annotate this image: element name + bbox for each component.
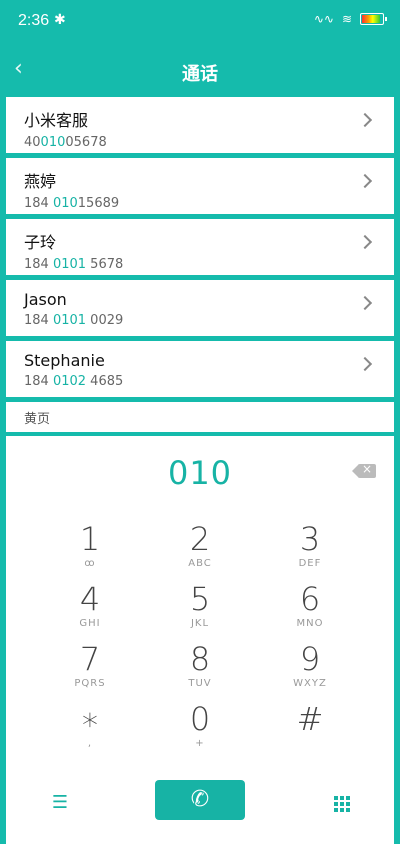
contact-name: Stephanie: [24, 351, 105, 370]
battery-icon: [360, 13, 387, 25]
voicemail-icon: ꝏ: [84, 558, 96, 569]
key-4[interactable]: 4 GHI: [35, 582, 145, 638]
key-9[interactable]: 9 WXYZ: [255, 642, 365, 698]
status-bar: 2:36 ✱ ∿∿ ≋: [0, 0, 400, 44]
contact-number: 184 0101 0029: [24, 313, 124, 328]
key-0[interactable]: 0 +: [145, 702, 255, 758]
contact-name: 子玲: [24, 233, 57, 252]
contact-list: 小米客服 4001005678 燕婷 184 01015689 子玲 184 0…: [6, 97, 394, 432]
dialpad: 010 × 1ꝏ 2 ABC 3 DEF 4 GHI 5 JKL 6 MNO 7 PQRS …: [6, 436, 394, 844]
contact-item[interactable]: Jason 184 0101 0029: [6, 280, 394, 336]
key-6[interactable]: 6 MNO: [255, 582, 365, 638]
key-8[interactable]: 8 TUV: [145, 642, 255, 698]
contact-number: 184 0102 4685: [24, 374, 124, 389]
key-2[interactable]: 2 ABC: [145, 522, 255, 578]
status-icons: ∿∿ ≋: [313, 12, 387, 26]
phone-call-icon: ✆: [190, 787, 210, 812]
key-3[interactable]: 3 DEF: [255, 522, 365, 578]
backspace-icon[interactable]: ×: [352, 462, 376, 478]
key-hash[interactable]: #: [255, 702, 365, 758]
key-1[interactable]: 1ꝏ: [35, 522, 145, 578]
wifi-icon: ≋: [341, 12, 352, 26]
app-header: ‹ 通话: [0, 44, 400, 96]
key-7[interactable]: 7 PQRS: [35, 642, 145, 698]
call-button[interactable]: ✆: [155, 780, 245, 820]
contact-name: 燕婷: [24, 172, 57, 191]
dial-input[interactable]: 010: [6, 454, 394, 492]
contact-number: 184 01015689: [24, 196, 120, 211]
bluetooth-icon: ✱: [54, 11, 66, 27]
contact-number: 4001005678: [24, 135, 107, 150]
page-title: 通话: [182, 64, 218, 85]
contact-number: 184 0101 5678: [24, 257, 124, 272]
status-time: 2:36: [18, 12, 50, 29]
dialpad-grid-icon[interactable]: [330, 792, 354, 816]
yellow-pages-section: 黄页: [6, 402, 394, 432]
section-label: 黄页: [24, 412, 51, 427]
key-5[interactable]: 5 JKL: [145, 582, 255, 638]
menu-icon[interactable]: ☰: [48, 792, 72, 816]
dialpad-actions: ☰ ✆: [6, 780, 394, 836]
key-star[interactable]: ∗,: [35, 702, 145, 758]
contact-item[interactable]: 燕婷 184 01015689: [6, 158, 394, 214]
contact-name: 小米客服: [24, 111, 89, 130]
signal-activity-icon: ∿∿: [313, 12, 334, 26]
contact-item[interactable]: Stephanie 184 0102 4685: [6, 341, 394, 397]
contact-item[interactable]: 小米客服 4001005678: [6, 97, 394, 153]
contact-item[interactable]: 子玲 184 0101 5678: [6, 219, 394, 275]
contact-name: Jason: [24, 290, 67, 309]
